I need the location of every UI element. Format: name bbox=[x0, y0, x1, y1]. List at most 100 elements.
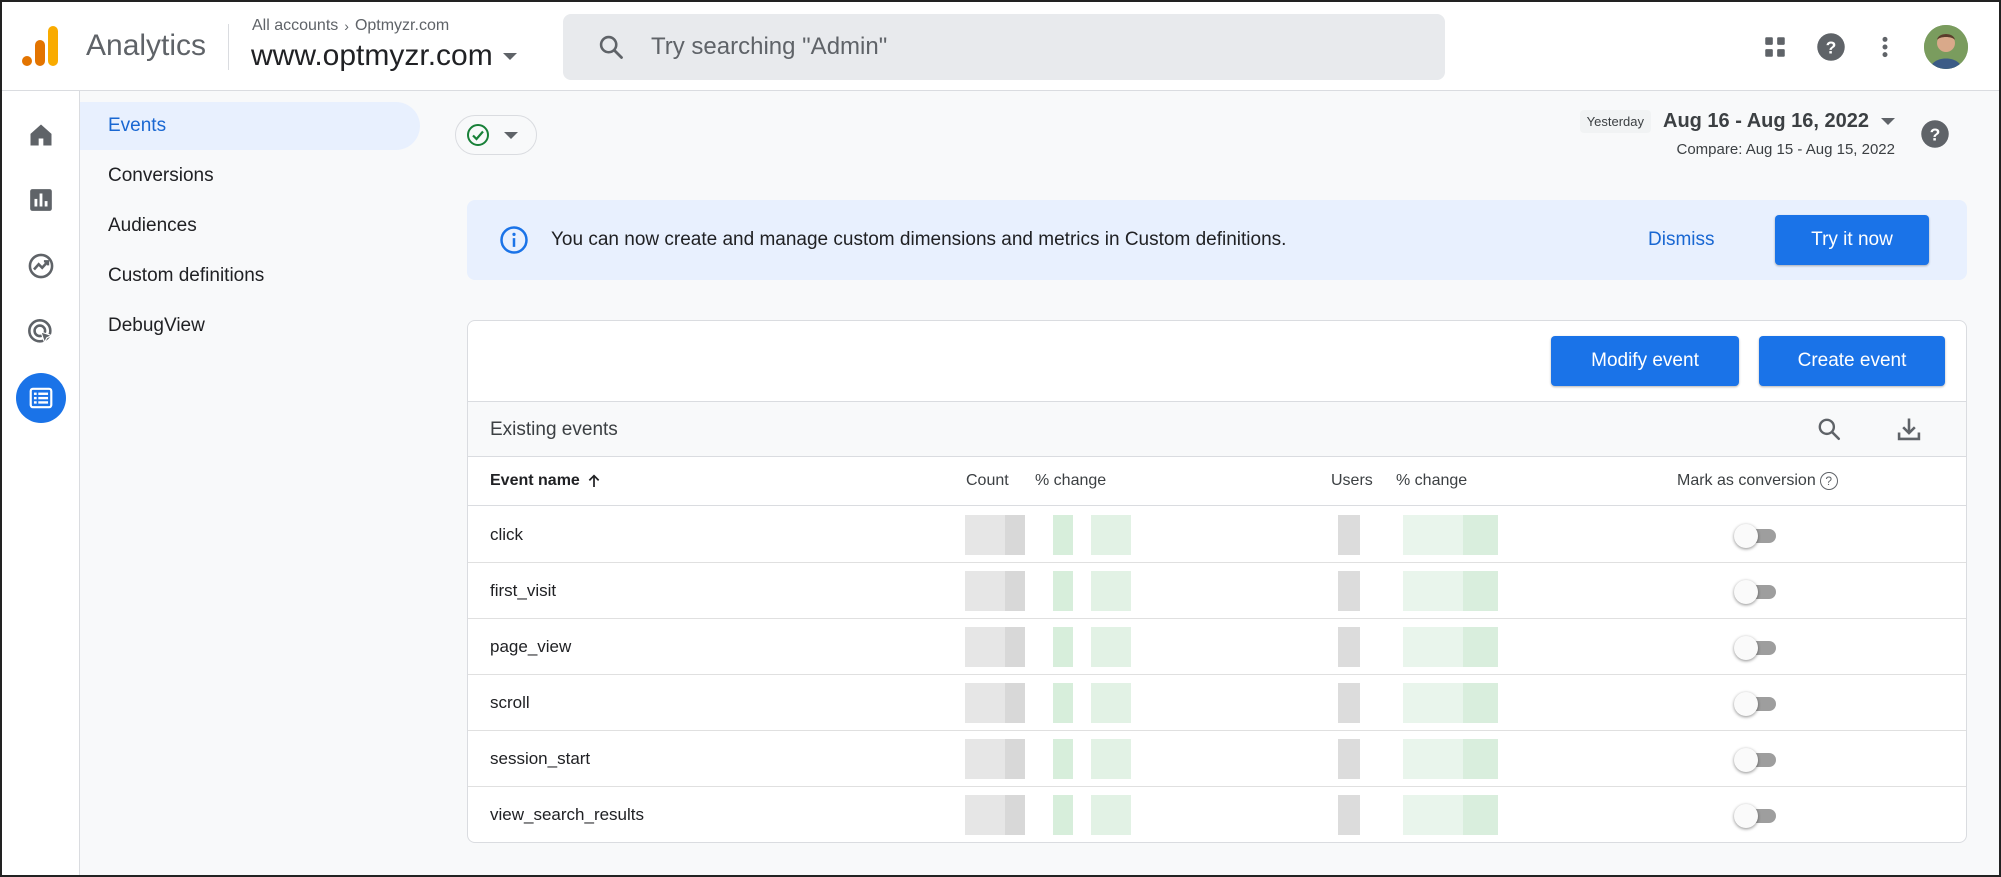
subnav-item-conversions[interactable]: Conversions bbox=[80, 152, 420, 200]
property-selector[interactable]: www.optmyzr.com bbox=[251, 39, 517, 73]
subnav-item-audiences[interactable]: Audiences bbox=[80, 202, 420, 250]
table-search-icon[interactable] bbox=[1813, 413, 1845, 445]
column-event-name[interactable]: Event name bbox=[490, 472, 602, 490]
create-event-button[interactable]: Create event bbox=[1759, 336, 1945, 386]
home-icon bbox=[30, 124, 52, 146]
redacted-value bbox=[1005, 571, 1025, 611]
redacted-value bbox=[1091, 739, 1131, 779]
redacted-value bbox=[1053, 739, 1073, 779]
try-it-now-button[interactable]: Try it now bbox=[1775, 215, 1929, 265]
date-range-value[interactable]: Aug 16 - Aug 16, 2022 bbox=[1663, 110, 1869, 133]
column-mark-as-conversion[interactable]: Mark as conversion ? bbox=[1677, 472, 1838, 490]
redacted-value bbox=[965, 739, 1005, 779]
event-name-cell[interactable]: session_start bbox=[490, 749, 590, 769]
analytics-logo-icon[interactable] bbox=[22, 26, 62, 66]
search-input[interactable] bbox=[651, 33, 1411, 61]
dismiss-button[interactable]: Dismiss bbox=[1648, 229, 1715, 251]
subnav-item-custom-definitions[interactable]: Custom definitions bbox=[80, 252, 420, 300]
column-count-change[interactable]: % change bbox=[1035, 472, 1106, 490]
rail-home[interactable] bbox=[16, 110, 66, 160]
table-row[interactable]: view_search_results bbox=[468, 787, 1966, 842]
redacted-value bbox=[1053, 795, 1073, 835]
property-name: www.optmyzr.com bbox=[251, 39, 493, 72]
event-name-cell[interactable]: page_view bbox=[490, 637, 571, 657]
banner-message: You can now create and manage custom dim… bbox=[551, 229, 1287, 250]
redacted-value bbox=[1403, 571, 1463, 611]
redacted-value bbox=[1463, 683, 1498, 723]
column-users[interactable]: Users bbox=[1331, 472, 1373, 490]
mark-as-conversion-toggle[interactable] bbox=[1734, 747, 1780, 772]
mark-as-conversion-toggle[interactable] bbox=[1734, 579, 1780, 604]
apps-grid-icon[interactable] bbox=[1758, 30, 1792, 64]
redacted-value bbox=[1005, 795, 1025, 835]
redacted-value bbox=[1463, 627, 1498, 667]
redacted-value bbox=[1338, 515, 1360, 555]
redacted-value bbox=[1338, 627, 1360, 667]
redacted-value bbox=[965, 571, 1005, 611]
event-name-cell[interactable]: view_search_results bbox=[490, 805, 644, 825]
search-bar[interactable] bbox=[563, 14, 1445, 80]
help-icon[interactable]: ? bbox=[1814, 30, 1848, 64]
caret-down-icon[interactable] bbox=[1881, 118, 1895, 125]
event-name-cell[interactable]: scroll bbox=[490, 693, 530, 713]
redacted-value bbox=[965, 515, 1005, 555]
svg-text:?: ? bbox=[1930, 124, 1941, 144]
redacted-value bbox=[1403, 515, 1463, 555]
modify-event-button[interactable]: Modify event bbox=[1551, 336, 1739, 386]
mark-as-conversion-toggle[interactable] bbox=[1734, 691, 1780, 716]
toggle-knob bbox=[1734, 692, 1758, 716]
rail-advertising[interactable] bbox=[16, 307, 66, 357]
breadcrumb-account[interactable]: Optmyzr.com bbox=[355, 17, 449, 35]
avatar[interactable] bbox=[1924, 25, 1968, 69]
table-row[interactable]: click bbox=[468, 507, 1966, 563]
advertising-icon bbox=[28, 319, 54, 345]
redacted-value bbox=[1463, 515, 1498, 555]
toggle-knob bbox=[1734, 804, 1758, 828]
table-row[interactable]: session_start bbox=[468, 731, 1966, 787]
column-count[interactable]: Count bbox=[966, 472, 1009, 490]
events-card: Modify event Create event Existing event… bbox=[467, 320, 1967, 843]
redacted-value bbox=[1403, 795, 1463, 835]
redacted-value bbox=[1463, 739, 1498, 779]
table-row[interactable]: scroll bbox=[468, 675, 1966, 731]
page-help-icon[interactable]: ? bbox=[1920, 119, 1950, 154]
column-mark-as-conversion-label: Mark as conversion bbox=[1677, 472, 1816, 489]
rail-explore[interactable] bbox=[16, 241, 66, 291]
rail-configure[interactable] bbox=[16, 373, 66, 423]
data-status-chip[interactable] bbox=[455, 115, 537, 155]
event-name-cell[interactable]: click bbox=[490, 525, 523, 545]
column-users-change[interactable]: % change bbox=[1396, 472, 1467, 490]
redacted-value bbox=[1053, 515, 1073, 555]
card-header: Existing events bbox=[468, 401, 1966, 457]
redacted-value bbox=[1338, 683, 1360, 723]
search-icon bbox=[599, 35, 623, 59]
card-title: Existing events bbox=[490, 419, 618, 440]
mark-as-conversion-toggle[interactable] bbox=[1734, 803, 1780, 828]
more-vert-icon[interactable] bbox=[1868, 30, 1902, 64]
help-circle-icon[interactable]: ? bbox=[1819, 472, 1838, 490]
rail-reports[interactable] bbox=[16, 175, 66, 225]
redacted-value bbox=[1005, 627, 1025, 667]
redacted-value bbox=[1403, 683, 1463, 723]
breadcrumb[interactable]: All accounts › Optmyzr.com bbox=[252, 17, 449, 35]
compare-range: Compare: Aug 15 - Aug 15, 2022 bbox=[1676, 141, 1896, 158]
subnav-item-debugview[interactable]: DebugView bbox=[80, 302, 420, 350]
chevron-right-icon: › bbox=[344, 18, 349, 34]
toggle-knob bbox=[1734, 524, 1758, 548]
info-icon bbox=[500, 226, 528, 254]
download-icon[interactable] bbox=[1893, 413, 1925, 445]
table-row[interactable]: page_view bbox=[468, 619, 1966, 675]
redacted-value bbox=[1053, 571, 1073, 611]
breadcrumb-root[interactable]: All accounts bbox=[252, 17, 338, 35]
app-frame: Analytics All accounts › Optmyzr.com www… bbox=[0, 0, 2001, 877]
redacted-value bbox=[1091, 571, 1131, 611]
table-row[interactable]: first_visit bbox=[468, 563, 1966, 619]
date-range-picker[interactable]: Yesterday Aug 16 - Aug 16, 2022 Compare:… bbox=[1579, 110, 1896, 158]
mark-as-conversion-toggle[interactable] bbox=[1734, 523, 1780, 548]
redacted-value bbox=[1338, 739, 1360, 779]
subnav-item-events[interactable]: Events bbox=[80, 102, 420, 150]
event-name-cell[interactable]: first_visit bbox=[490, 581, 556, 601]
header-divider bbox=[228, 24, 229, 70]
explore-icon bbox=[28, 253, 54, 279]
mark-as-conversion-toggle[interactable] bbox=[1734, 635, 1780, 660]
